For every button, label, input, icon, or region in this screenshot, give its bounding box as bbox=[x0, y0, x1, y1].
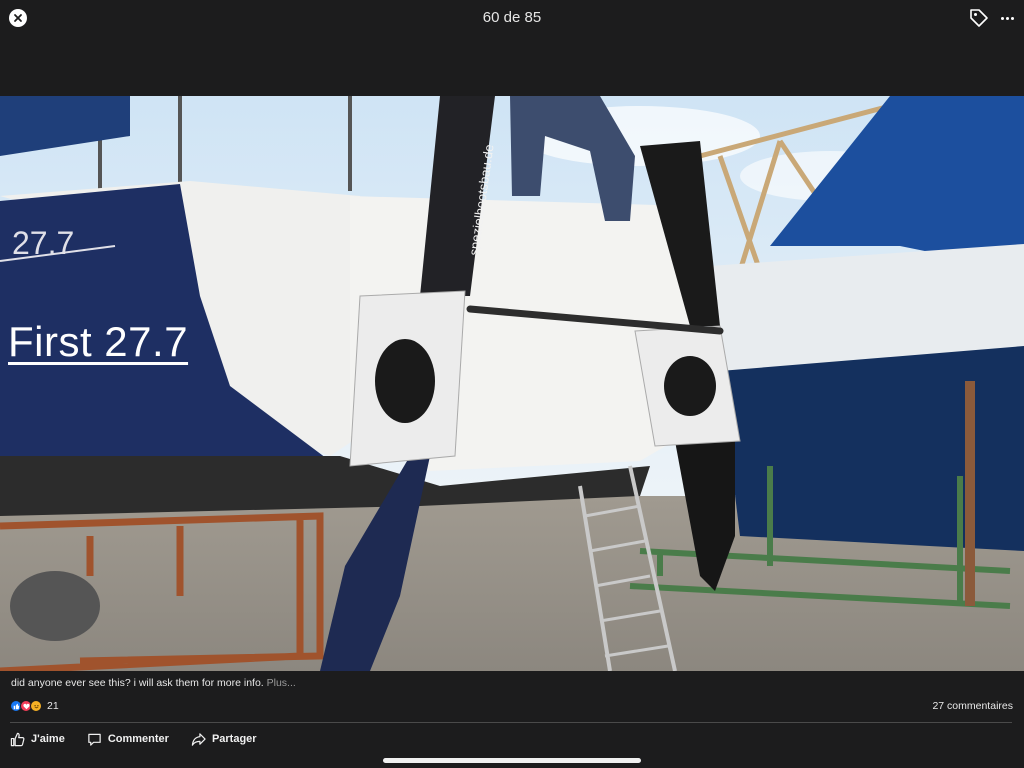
home-indicator[interactable] bbox=[383, 758, 641, 763]
thumbs-up-icon bbox=[10, 732, 25, 746]
comment-label: Commenter bbox=[107, 733, 169, 745]
more-icon bbox=[1000, 16, 1004, 20]
top-bar: 60 de 85 bbox=[0, 0, 1024, 96]
share-label: Partager bbox=[211, 733, 257, 745]
like-label: J'aime bbox=[31, 733, 65, 745]
post-photo[interactable]: 27.7 spezielbootsbau.de First 27.7 bbox=[0, 96, 1024, 671]
share-arrow-icon bbox=[191, 732, 206, 746]
photo-counter: 60 de 85 bbox=[482, 9, 542, 26]
reactions-summary[interactable]: 21 bbox=[10, 700, 59, 712]
boat-photo-illustration: 27.7 spezielbootsbau.de bbox=[0, 96, 1024, 671]
comment-bubble-icon bbox=[88, 733, 101, 746]
haha-reaction-icon bbox=[30, 700, 42, 712]
comment-button[interactable]: Commenter bbox=[87, 732, 169, 747]
post-actions: J'aime Commenter Partager bbox=[10, 730, 279, 748]
comments-count-link[interactable]: 27 commentaires bbox=[932, 700, 1013, 712]
tag-button[interactable] bbox=[968, 7, 990, 29]
actions-divider bbox=[10, 722, 1012, 723]
reaction-count: 21 bbox=[47, 700, 59, 712]
post-caption[interactable]: did anyone ever see this? i will ask the… bbox=[11, 677, 296, 689]
share-button[interactable]: Partager bbox=[191, 732, 257, 747]
caption-more-link[interactable]: Plus... bbox=[267, 677, 296, 689]
tag-icon bbox=[970, 9, 988, 27]
more-options-button[interactable] bbox=[996, 7, 1018, 29]
like-button[interactable]: J'aime bbox=[10, 732, 65, 747]
overlay-title: First 27.7 bbox=[8, 318, 189, 365]
caption-text: did anyone ever see this? i will ask the… bbox=[11, 677, 264, 689]
